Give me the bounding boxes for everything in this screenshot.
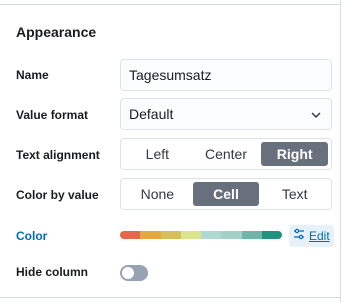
palette-swatch <box>140 231 161 239</box>
palette-swatch <box>160 231 181 239</box>
hide-column-label: Hide column <box>16 265 89 279</box>
align-right-button[interactable]: Right <box>261 142 329 166</box>
palette-swatch <box>261 231 282 239</box>
color-none-button[interactable]: None <box>124 182 191 206</box>
edit-palette-label: Edit <box>309 229 330 243</box>
align-left-button[interactable]: Left <box>124 142 191 166</box>
color-label: Color <box>16 229 48 243</box>
text-alignment-label: Text alignment <box>16 148 100 162</box>
color-text-button[interactable]: Text <box>261 182 328 206</box>
hide-column-toggle[interactable] <box>120 265 148 281</box>
align-center-button[interactable]: Center <box>193 142 260 166</box>
color-by-value-group: None Cell Text <box>120 178 332 210</box>
sliders-icon <box>293 227 305 245</box>
right-divider <box>340 0 341 302</box>
column-settings-panel: Appearance Name Value format Default Tex… <box>0 0 349 302</box>
value-format-label: Value format <box>16 108 89 122</box>
toggle-knob <box>122 267 134 279</box>
value-format-selected: Default <box>129 106 174 122</box>
name-label: Name <box>16 68 49 82</box>
section-title: Appearance <box>16 24 97 40</box>
bottom-divider <box>0 297 340 298</box>
palette-swatch <box>180 231 201 239</box>
edit-palette-button[interactable]: Edit <box>289 225 334 247</box>
value-format-select[interactable]: Default <box>120 98 332 130</box>
color-cell-button[interactable]: Cell <box>192 182 260 206</box>
text-alignment-group: Left Center Right <box>120 138 332 170</box>
chevron-down-icon <box>309 108 323 122</box>
color-palette-preview[interactable] <box>120 231 282 239</box>
name-input[interactable] <box>120 59 332 91</box>
color-by-value-label: Color by value <box>16 188 99 202</box>
palette-swatch <box>120 231 141 239</box>
palette-swatch <box>241 231 262 239</box>
palette-swatch <box>201 231 222 239</box>
palette-swatch <box>221 231 242 239</box>
top-divider <box>0 0 340 5</box>
